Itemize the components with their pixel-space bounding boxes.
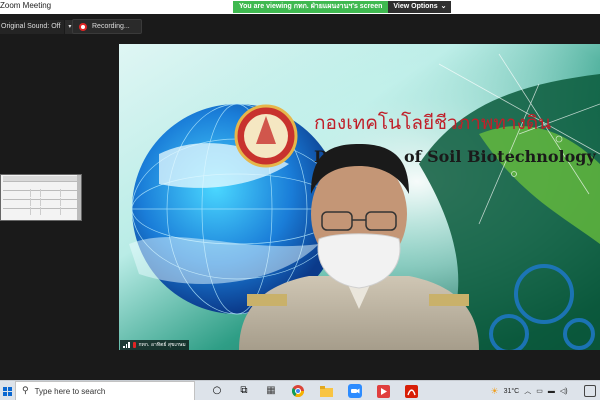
video-frame: กองเทคโนโลยีชีวภาพทางดิน Diof Soil Biote… [119, 44, 600, 350]
mic-icon [132, 342, 136, 348]
weather-icon[interactable]: ☀ [490, 386, 498, 397]
windows-taskbar: ⚲ Type here to search ○ ⧉ ▦ ☀ 31°C ︿ ▭ ▬… [0, 380, 600, 400]
share-banner: You are viewing กทก. ฝ่ายแผนงานฯ's scree… [233, 1, 452, 13]
cortana-icon[interactable]: ○ [208, 381, 226, 400]
original-sound-label: Original Sound: Off [0, 20, 65, 34]
participant-name: กทก. อาทิตย์ สุขเกษม [138, 342, 186, 348]
window-title: Zoom Meeting [0, 1, 52, 10]
file-explorer-icon[interactable] [320, 381, 333, 400]
pdf-icon[interactable] [405, 381, 418, 400]
chrome-icon[interactable] [292, 381, 304, 400]
task-view-icon[interactable]: ⧉ [235, 381, 253, 400]
original-sound-button[interactable]: Original Sound: Off ▾ [0, 20, 75, 34]
view-options-label: View Options [393, 3, 438, 10]
system-tray: ☀ 31°C ︿ ▭ ▬ ◁) ᅟ [490, 381, 600, 400]
meeting-toolbar: Original Sound: Off ▾ Recording... [0, 14, 600, 38]
windows-icon[interactable] [0, 381, 14, 400]
share-message: You are viewing กทก. ฝ่ายแผนงานฯ's scree… [233, 1, 389, 13]
shared-screen-thumbnail[interactable] [0, 174, 82, 221]
view-options-button[interactable]: View Options ⌄ [388, 1, 452, 13]
speaker-icon[interactable]: ◁) [560, 387, 568, 395]
thumbnail-scrollbar [77, 175, 81, 220]
thumbnail-row [3, 191, 79, 206]
chevron-down-icon: ⌄ [440, 3, 447, 10]
thumbnail-row [3, 200, 79, 215]
thumbnail-row [3, 182, 79, 197]
widgets-icon[interactable]: ▦ [262, 381, 280, 400]
notification-icon[interactable] [584, 385, 596, 397]
participant-name-tag: กทก. อาทิตย์ สุขเกษม [120, 340, 189, 350]
video-app-icon[interactable] [377, 381, 390, 400]
search-icon: ⚲ [22, 386, 29, 396]
signal-bars-icon [123, 342, 130, 348]
taskbar-search-box[interactable]: ⚲ Type here to search [15, 381, 195, 400]
network-icon[interactable]: ▭ [536, 387, 543, 395]
chevron-up-icon[interactable]: ︿ [524, 386, 531, 396]
recording-label: Recording... [92, 23, 130, 30]
zoom-icon[interactable] [348, 381, 362, 400]
recording-indicator[interactable]: Recording... [72, 19, 142, 34]
title-bar: Zoom Meeting You are viewing กทก. ฝ่ายแผ… [0, 0, 600, 14]
language-icon[interactable]: ᅟ [573, 386, 579, 396]
thai-title: กองเทคโนโลยีชีวภาพทางดิน [314, 111, 551, 134]
battery-icon[interactable]: ▬ [548, 388, 555, 395]
zoom-window: Zoom Meeting You are viewing กทก. ฝ่ายแผ… [0, 0, 600, 400]
speaker-video: กองเทคโนโลยีชีวภาพทางดิน Diof Soil Biote… [119, 44, 600, 350]
weather-temp[interactable]: 31°C [504, 388, 520, 395]
search-placeholder: Type here to search [34, 386, 106, 396]
record-icon [79, 22, 87, 31]
